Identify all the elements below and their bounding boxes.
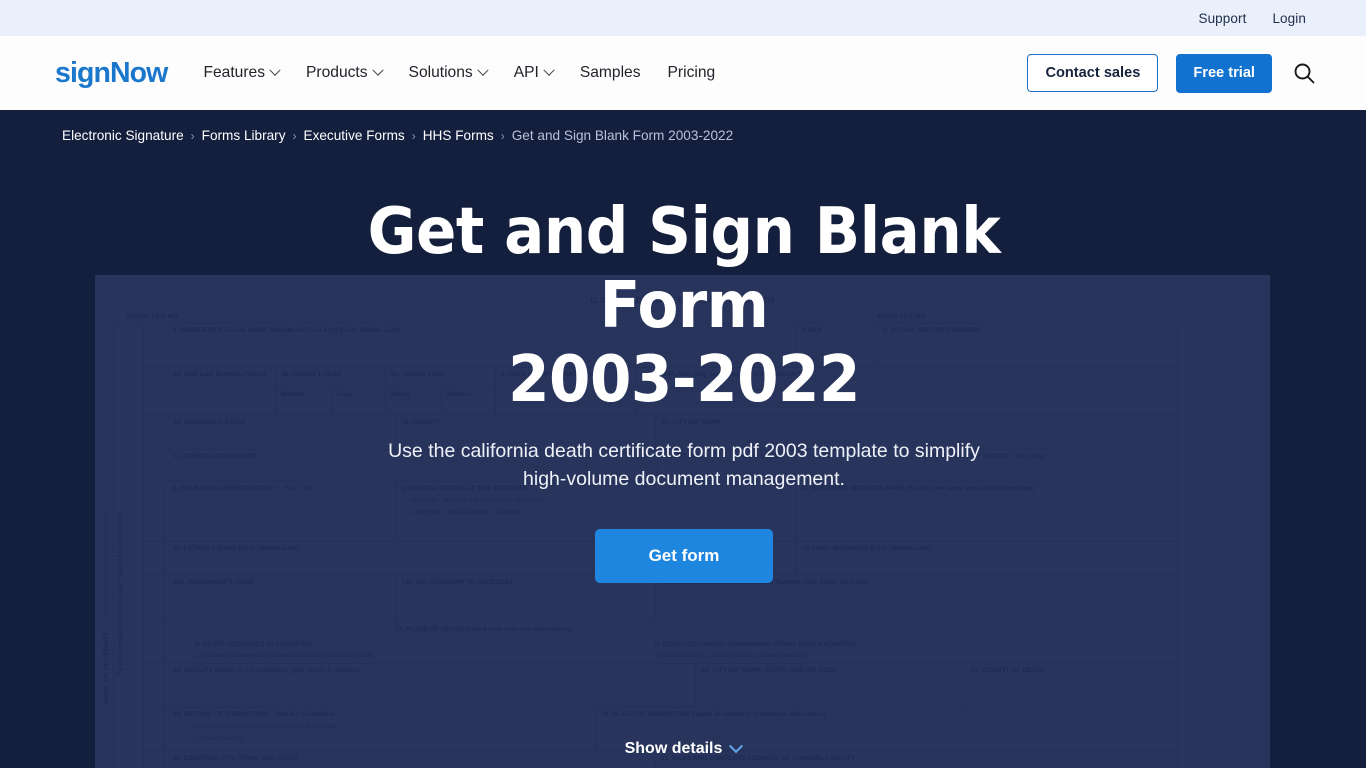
contact-sales-button[interactable]: Contact sales — [1027, 54, 1159, 92]
field-17: 17. COUNTY OF DEATH — [971, 667, 1045, 674]
field-19: 19. PLACE OF DISPOSITION (Name of cemete… — [601, 711, 827, 718]
page-title: Get and Sign Blank Form 2003-2022 — [284, 195, 1084, 417]
chevron-down-icon — [729, 739, 744, 754]
breadcrumb-item-hhs-forms[interactable]: HHS Forms — [423, 128, 494, 143]
field-16: 16. CITY OR TOWN , STATE, AND ZIP CODE — [701, 667, 838, 674]
field-14: 14. PLACE OF DEATH (Check only one: see … — [395, 626, 573, 633]
nav-item-samples[interactable]: Samples — [580, 64, 641, 82]
site-header: signNow Features Products Solutions API … — [0, 36, 1366, 110]
nav-item-solutions[interactable]: Solutions — [408, 64, 489, 82]
nav-label: Solutions — [408, 64, 473, 81]
field-hospital: IF DEATH OCCURRED IN A HOSPITAL: — [195, 641, 317, 648]
breadcrumb-item-current: Get and Sign Blank Form 2003-2022 — [511, 128, 734, 143]
chevron-down-icon — [477, 64, 489, 76]
header-actions: Contact sales Free trial — [1027, 53, 1318, 93]
page-title-line-1: Get and Sign Blank Form — [367, 195, 1001, 343]
vertical-label-name-of-decedent: NAME OF DECEDENT — [103, 631, 110, 705]
hero-content: Get and Sign Blank Form 2003-2022 Use th… — [38, 143, 1330, 583]
main-navigation: Features Products Solutions API Samples … — [203, 64, 1027, 82]
breadcrumb-separator-icon: › — [190, 128, 195, 143]
nav-item-api[interactable]: API — [513, 64, 555, 82]
nav-item-pricing[interactable]: Pricing — [668, 64, 716, 82]
form-divider — [695, 663, 696, 707]
breadcrumb-separator-icon: › — [292, 128, 297, 143]
breadcrumb-separator-icon: › — [500, 128, 505, 143]
nav-label: API — [513, 64, 539, 81]
chevron-down-icon — [371, 64, 384, 76]
form-divider — [965, 663, 966, 707]
utility-bar: Support Login — [0, 0, 1366, 36]
signnow-logo[interactable]: signNow — [55, 59, 168, 88]
breadcrumb-item-forms-library[interactable]: Forms Library — [202, 128, 286, 143]
chevron-down-icon — [543, 64, 555, 76]
support-link[interactable]: Support — [1198, 11, 1246, 26]
form-divider — [143, 707, 1178, 708]
chevron-down-icon — [269, 64, 281, 76]
form-divider — [143, 663, 1178, 664]
breadcrumb: Electronic Signature › Forms Library › E… — [38, 110, 1330, 143]
breadcrumb-item-executive-forms[interactable]: Executive Forms — [304, 128, 405, 143]
hero-subtitle: Use the california death certificate for… — [388, 440, 980, 490]
hero-section: Electronic Signature › Forms Library › E… — [0, 110, 1366, 768]
breadcrumb-separator-icon: › — [411, 128, 416, 143]
nav-label: Pricing — [667, 64, 716, 81]
nav-item-features[interactable]: Features — [203, 64, 281, 82]
field-15: 15. FACILITY NAME (If not institution, g… — [173, 667, 360, 674]
form-divider — [143, 622, 1178, 623]
nav-item-products[interactable]: Products — [306, 64, 384, 82]
nav-label: Products — [306, 64, 368, 81]
nav-label: Features — [203, 64, 265, 81]
search-icon[interactable] — [1290, 59, 1318, 87]
free-trial-button[interactable]: Free trial — [1176, 53, 1272, 93]
login-link[interactable]: Login — [1272, 11, 1306, 26]
get-form-button[interactable]: Get form — [594, 529, 774, 583]
breadcrumb-item-electronic-signature[interactable]: Electronic Signature — [62, 128, 184, 143]
field-other: IF DEATH OCCURRED SOMEWHERE OTHER THAN A… — [655, 641, 859, 648]
page-title-line-2: 2003-2022 — [508, 343, 860, 417]
field-18: 18. METHOD OF DISPOSITION ○ Burial ○ Cre… — [173, 711, 335, 718]
field-hospital-options: ○ Inpatient ○ Emergency Room/Outpatient … — [195, 652, 372, 659]
show-details-label: Show details — [624, 740, 723, 757]
show-details-toggle[interactable]: Show details — [0, 739, 1366, 758]
nav-label: Samples — [579, 64, 641, 81]
field-18-options-1: ○ Donation ○ Entombment ○ Removal from S… — [193, 723, 337, 730]
field-other-options: ○ Hospice facility ○ Nursing home ○ Othe… — [655, 652, 806, 659]
